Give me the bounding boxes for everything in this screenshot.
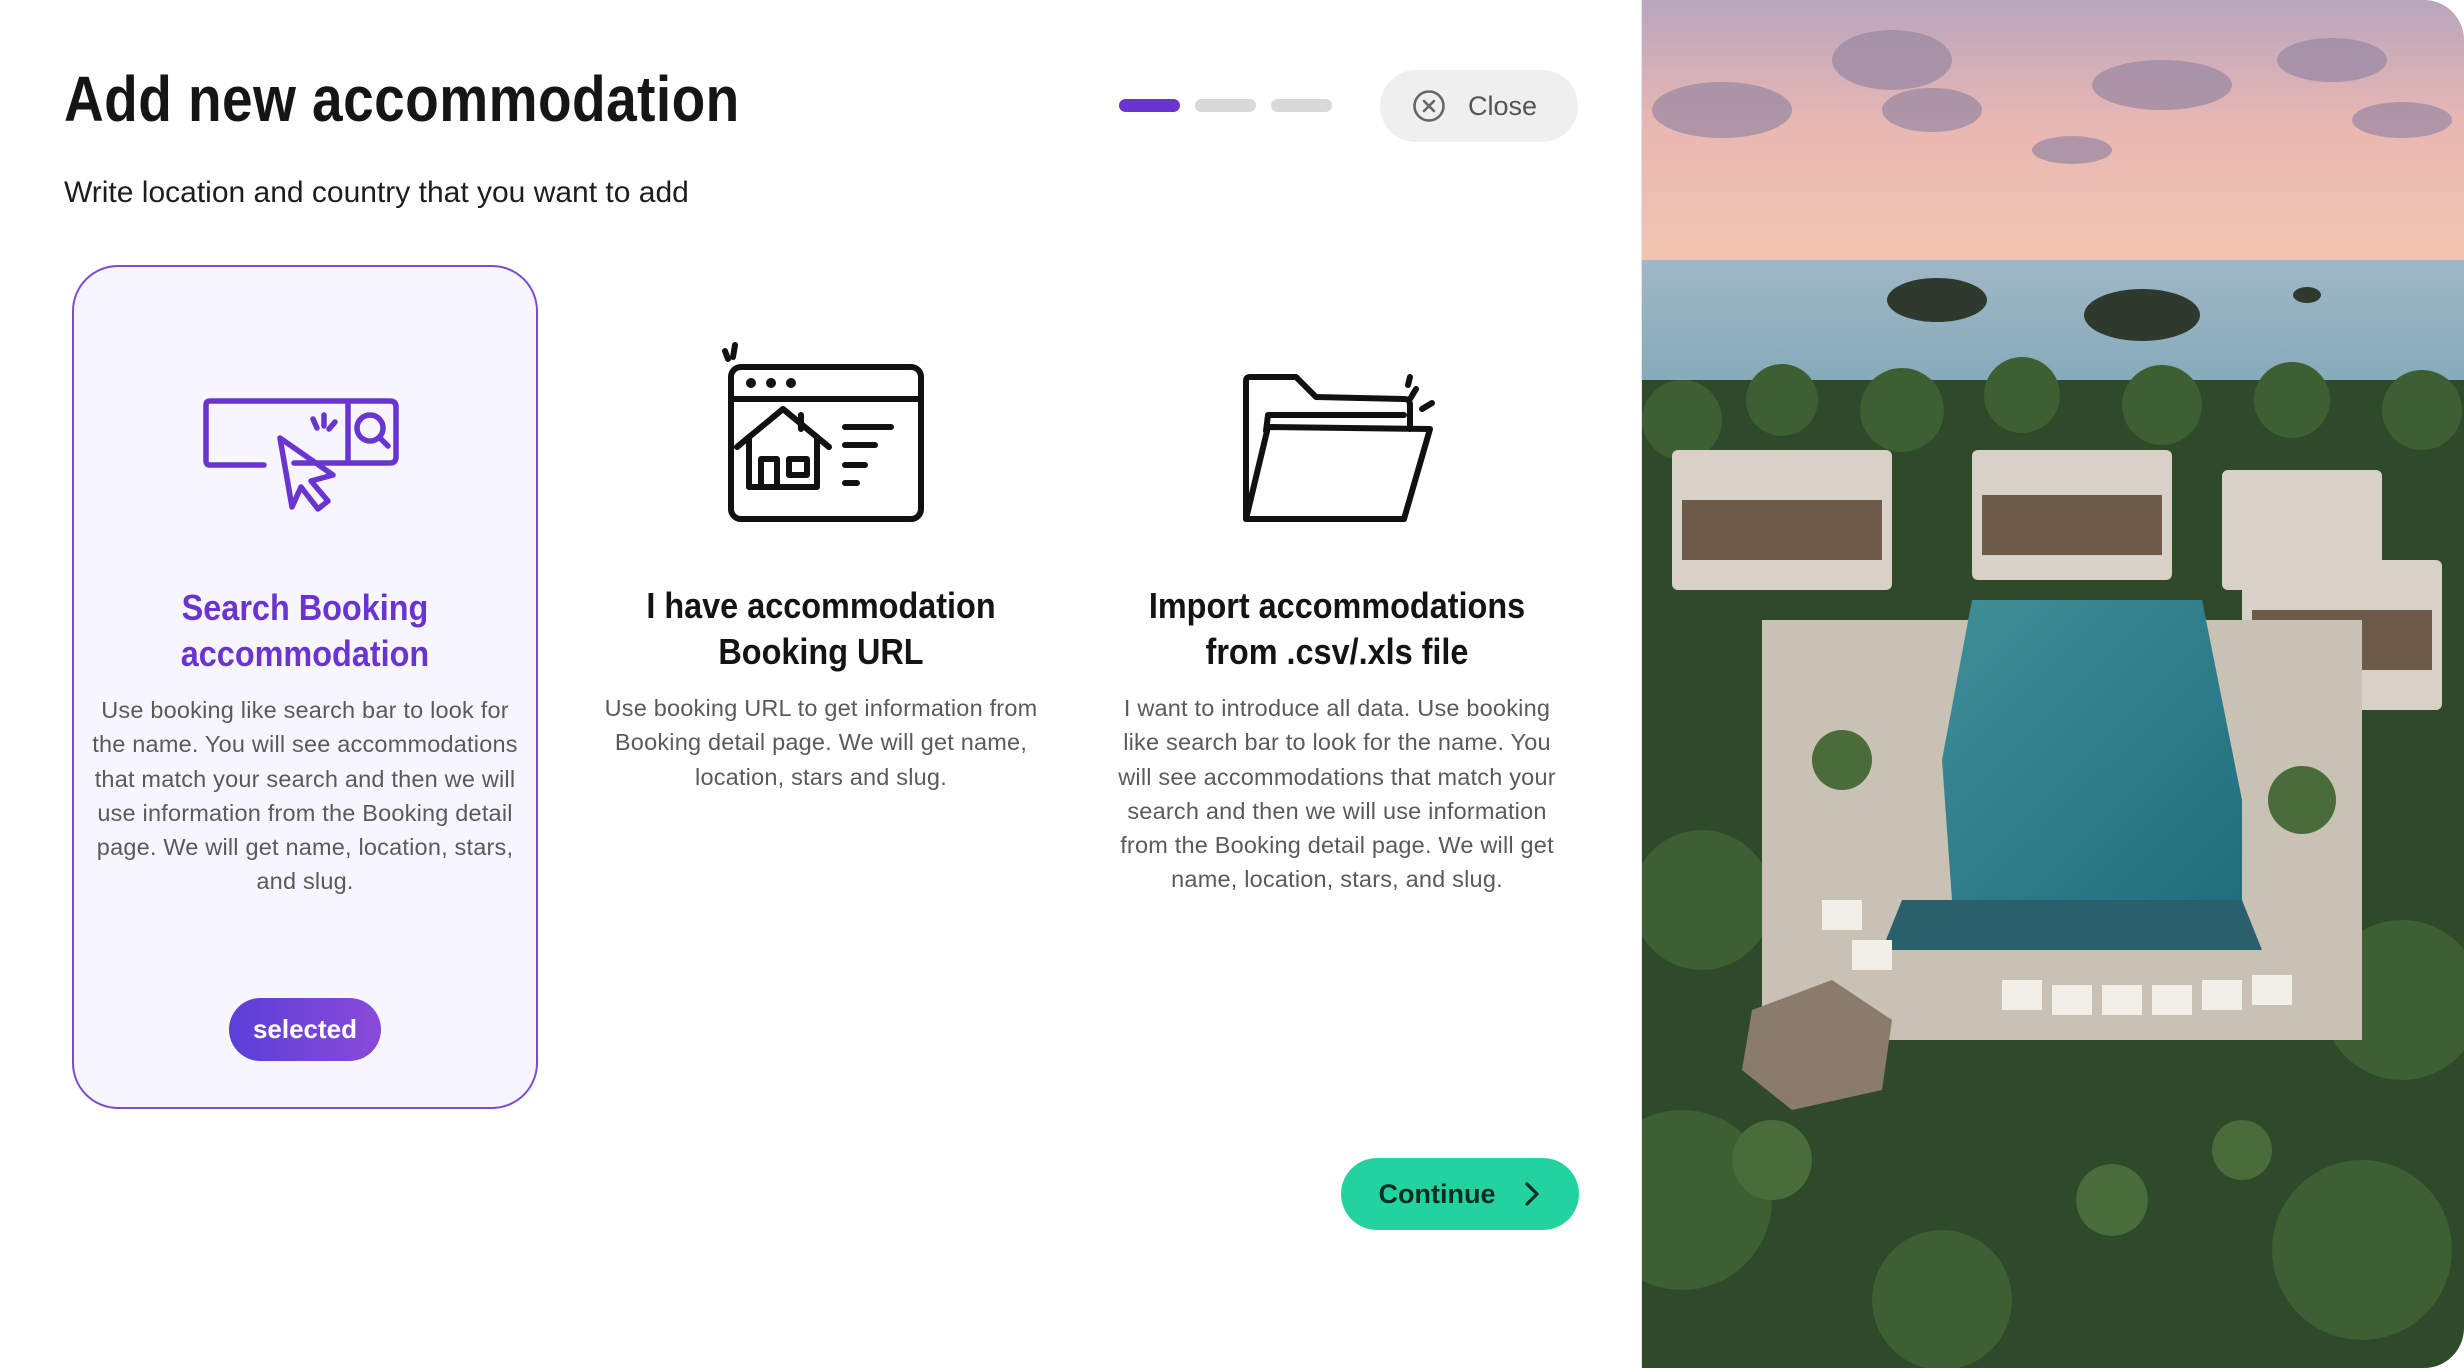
browser-house-icon: [722, 342, 924, 522]
option-title-line-1: Import accommodations: [1148, 585, 1526, 626]
option-title-line-2: Booking URL: [718, 631, 924, 672]
option-search-booking[interactable]: Search Booking accommodation Use booking…: [72, 265, 538, 1109]
option-title-line-2: from .csv/.xls file: [1205, 631, 1469, 672]
option-title: I have accommodation Booking URL: [620, 583, 1021, 675]
step-indicator: [1119, 99, 1332, 112]
search-bar-cursor-icon: [203, 398, 399, 512]
close-button[interactable]: Close: [1380, 70, 1578, 142]
option-title: Import accommodations from .csv/.xls fil…: [1136, 583, 1537, 675]
resort-photo: [1642, 0, 2464, 1368]
page-title: Add new accommodation: [64, 63, 740, 135]
option-import-file[interactable]: Import accommodations from .csv/.xls fil…: [1104, 265, 1570, 1109]
continue-label: Continue: [1378, 1178, 1496, 1209]
option-title-line-2: accommodation: [180, 633, 430, 674]
step-2: [1195, 99, 1256, 112]
wizard-panel: Add new accommodation Write location and…: [0, 0, 1642, 1368]
option-description: I want to introduce all data. Use bookin…: [1118, 695, 1556, 893]
selected-badge: selected: [229, 998, 381, 1061]
step-1: [1119, 99, 1180, 112]
option-description: Use booking URL to get information from …: [604, 695, 1038, 790]
option-booking-url[interactable]: I have accommodation Booking URL Use boo…: [588, 265, 1054, 1109]
folder-icon: [1243, 374, 1435, 522]
option-title: Search Booking accommodation: [106, 585, 504, 677]
chevron-right-icon: [1525, 1182, 1540, 1206]
option-title-line-1: Search Booking: [181, 587, 429, 628]
close-label: Close: [1468, 90, 1538, 121]
option-title-line-1: I have accommodation: [646, 585, 996, 626]
continue-button[interactable]: Continue: [1341, 1158, 1579, 1230]
option-description: Use booking like search bar to look for …: [92, 697, 518, 895]
resort-aerial-illustration: [1642, 0, 2464, 1368]
page-subtitle: Write location and country that you want…: [64, 176, 689, 209]
step-3: [1271, 99, 1332, 112]
close-circle-icon: [1413, 90, 1445, 122]
